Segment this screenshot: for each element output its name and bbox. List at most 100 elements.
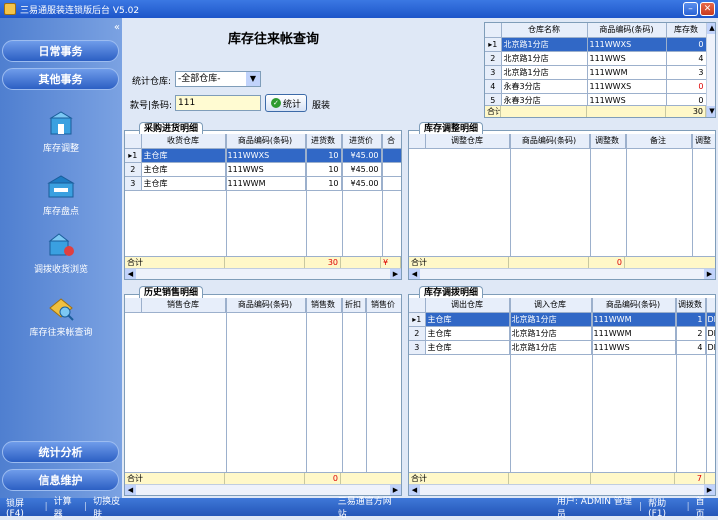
user-info: 用户: ADMIN 管理员 <box>556 497 632 520</box>
ledger-query-icon <box>46 294 76 322</box>
scroll-left-icon[interactable]: ◀ <box>409 485 420 495</box>
adjust-grid: 调整仓库 商品编码(条码) 调整数 备注 调整 合计 0 ◀ ▶ <box>409 134 715 279</box>
inventory-count-icon <box>46 173 76 201</box>
stock-total-bar: 合计 30 <box>485 105 706 117</box>
col-header[interactable]: 收货仓库 <box>141 134 226 149</box>
minimize-button[interactable]: – <box>683 2 698 16</box>
nav-info-button[interactable]: 信息维护 <box>2 469 119 491</box>
purchase-panel: 采购进货明细 收货仓库 商品编码(条码) 进货数 进货价 合 ▸1 主仓库 111W… <box>124 122 402 280</box>
chevron-down-icon[interactable]: ▼ <box>246 72 260 86</box>
col-header[interactable]: 进货价 <box>341 134 382 149</box>
col-header[interactable]: 合 <box>381 134 401 149</box>
table-row[interactable]: ▸1 主仓库 111WWXS 10 ¥45.00 <box>125 148 401 163</box>
nav-other-button[interactable]: 其他事务 <box>2 68 119 90</box>
table-row[interactable]: 4 永春3分店 111WWXS 0 <box>485 79 707 94</box>
close-button[interactable]: ✕ <box>700 2 715 16</box>
inventory-adjust-icon <box>46 110 76 138</box>
adjust-hscroll[interactable]: ◀ ▶ <box>409 268 715 279</box>
col-header[interactable]: 库存数 <box>666 23 707 38</box>
tool-label: 调拨收货浏览 <box>33 265 88 275</box>
transfer-grid: 调出仓库 调入仓库 商品编码(条码) 调拨数 ▸1 主仓库 北京路1分店 111WWM… <box>409 298 715 495</box>
col-header[interactable]: 调整数 <box>589 134 626 149</box>
tool-label: 库存往来帐查询 <box>29 328 93 338</box>
tool-ledger-query[interactable]: 库存往来帐查询 <box>0 294 122 338</box>
transfer-panel: 库存调拨明细 调出仓库 调入仓库 商品编码(条码) 调拨数 ▸1 主仓库 北京路1分… <box>408 286 716 496</box>
col-header[interactable]: 商品编码(条码) <box>225 134 306 149</box>
tool-label: 库存调整 <box>42 144 79 154</box>
table-row[interactable]: 3 北京路1分店 111WWM 3 <box>485 65 707 80</box>
warehouse-label: 统计仓库: <box>132 77 172 87</box>
website-link[interactable]: 三易通官方网站 <box>332 494 401 520</box>
col-header[interactable]: 销售数 <box>305 298 342 313</box>
sales-grid: 销售仓库 商品编码(条码) 销售数 折扣 销售价 合计 0 ◀ ▶ <box>125 298 401 495</box>
collapse-icon[interactable]: « <box>114 22 120 33</box>
col-header[interactable]: 进货数 <box>305 134 342 149</box>
table-row[interactable]: 3主仓库北京路1分店111WWS4DE <box>409 340 715 355</box>
transfer-receipt-icon <box>46 231 76 259</box>
col-header[interactable]: 调整仓库 <box>425 134 510 149</box>
table-row[interactable]: ▸1主仓库北京路1分店111WWM1DE <box>409 312 715 327</box>
nav-stats-button[interactable]: 统计分析 <box>2 441 119 463</box>
purchase-total-bar: 合计 30 ¥ <box>125 256 401 269</box>
code-label: 款号|条码: <box>130 101 173 111</box>
title-bar: 三易通服装连锁版后台 V5.02 – ✕ <box>0 0 718 18</box>
tool-inventory-count[interactable]: 库存盘点 <box>0 173 122 217</box>
tool-inventory-adjust[interactable]: 库存调整 <box>0 110 122 154</box>
col-header[interactable]: 调整 <box>691 134 715 149</box>
calculator-link[interactable]: 计算器 <box>48 494 84 520</box>
table-row[interactable]: 2 主仓库 111WWS 10 ¥45.00 <box>125 162 401 177</box>
col-header[interactable]: 商品编码(条码) <box>587 23 667 38</box>
adjust-total-bar: 合计 0 <box>409 256 715 269</box>
tool-label: 库存盘点 <box>42 207 79 217</box>
table-row[interactable]: 3 主仓库 111WWM 10 ¥45.00 <box>125 176 401 191</box>
sales-panel: 历史销售明细 销售仓库 商品编码(条码) 销售数 折扣 销售价 合计 0 ◀ ▶ <box>124 286 402 496</box>
col-header[interactable]: 商品编码(条码) <box>509 134 590 149</box>
home-link[interactable]: 首页 <box>690 494 718 520</box>
warehouse-select[interactable]: -全部仓库- ▼ <box>175 71 261 87</box>
help-link[interactable]: 帮助(F1) <box>642 496 687 519</box>
col-header[interactable]: 商品编码(条码) <box>591 298 676 313</box>
transfer-total-bar: 合计 7 <box>409 472 715 485</box>
main-area: 库存往来帐查询 统计仓库: -全部仓库- ▼ 款号|条码: 111 ✓ 统计 服… <box>122 18 718 498</box>
stat-button[interactable]: ✓ 统计 <box>265 94 307 112</box>
col-header[interactable]: 调入仓库 <box>509 298 592 313</box>
lock-screen-link[interactable]: 锁屏(F4) <box>0 496 45 519</box>
stock-grid: 仓库名称 商品编码(条码) 库存数 ▸1 北京路1分店 111WWXS 0 2 北京路1… <box>484 22 716 118</box>
purchase-hscroll[interactable]: ◀ ▶ <box>125 268 401 279</box>
col-header[interactable]: 销售仓库 <box>141 298 226 313</box>
switch-skin-link[interactable]: 切换皮肤 <box>87 494 132 520</box>
scroll-left-icon[interactable]: ◀ <box>125 269 136 279</box>
table-row[interactable]: 2 北京路1分店 111WWS 4 <box>485 51 707 66</box>
app-icon <box>4 3 16 15</box>
status-bar: 锁屏(F4) | 计算器 | 切换皮肤 三易通官方网站 用户: ADMIN 管理员 |… <box>0 496 718 520</box>
window-title: 三易通服装连锁版后台 V5.02 <box>20 5 140 16</box>
stat-button-label: 统计 <box>282 99 301 110</box>
col-header[interactable]: 备注 <box>625 134 692 149</box>
col-header[interactable]: 仓库名称 <box>501 23 588 38</box>
warehouse-value: -全部仓库- <box>178 74 221 84</box>
sidebar: « 日常事务 其他事务 库存调整 库存盘点 调拨收货浏览 库存往来帐查询 统计分… <box>0 18 122 498</box>
col-header[interactable]: 商品编码(条码) <box>225 298 306 313</box>
sales-total-bar: 合计 0 <box>125 472 401 485</box>
stock-total-qty: 30 <box>666 106 706 117</box>
col-header[interactable]: 折扣 <box>341 298 366 313</box>
table-row[interactable]: 2主仓库北京路1分店111WWM2DE <box>409 326 715 341</box>
tool-transfer-receipt[interactable]: 调拨收货浏览 <box>0 231 122 275</box>
col-header[interactable]: 销售价 <box>365 298 401 313</box>
stock-grid-corner <box>485 23 502 38</box>
table-row[interactable]: ▸1 北京路1分店 111WWXS 0 <box>485 37 707 52</box>
stock-vscroll[interactable]: ▲ ▼ <box>706 23 715 117</box>
col-header[interactable]: 调拨数 <box>675 298 706 313</box>
scroll-right-icon[interactable]: ▶ <box>704 269 715 279</box>
code-input[interactable]: 111 <box>175 95 261 111</box>
scroll-up-icon[interactable]: ▲ <box>707 23 715 34</box>
nav-daily-button[interactable]: 日常事务 <box>2 40 119 62</box>
purchase-grid: 收货仓库 商品编码(条码) 进货数 进货价 合 ▸1 主仓库 111WWXS 10 ¥4… <box>125 134 401 279</box>
scroll-left-icon[interactable]: ◀ <box>409 269 420 279</box>
category-text: 服装 <box>312 101 331 111</box>
page-title: 库存往来帐查询 <box>228 32 320 47</box>
scroll-right-icon[interactable]: ▶ <box>390 269 401 279</box>
total-label: 合计 <box>485 106 501 117</box>
scroll-down-icon[interactable]: ▼ <box>707 106 715 117</box>
col-header[interactable]: 调出仓库 <box>425 298 510 313</box>
